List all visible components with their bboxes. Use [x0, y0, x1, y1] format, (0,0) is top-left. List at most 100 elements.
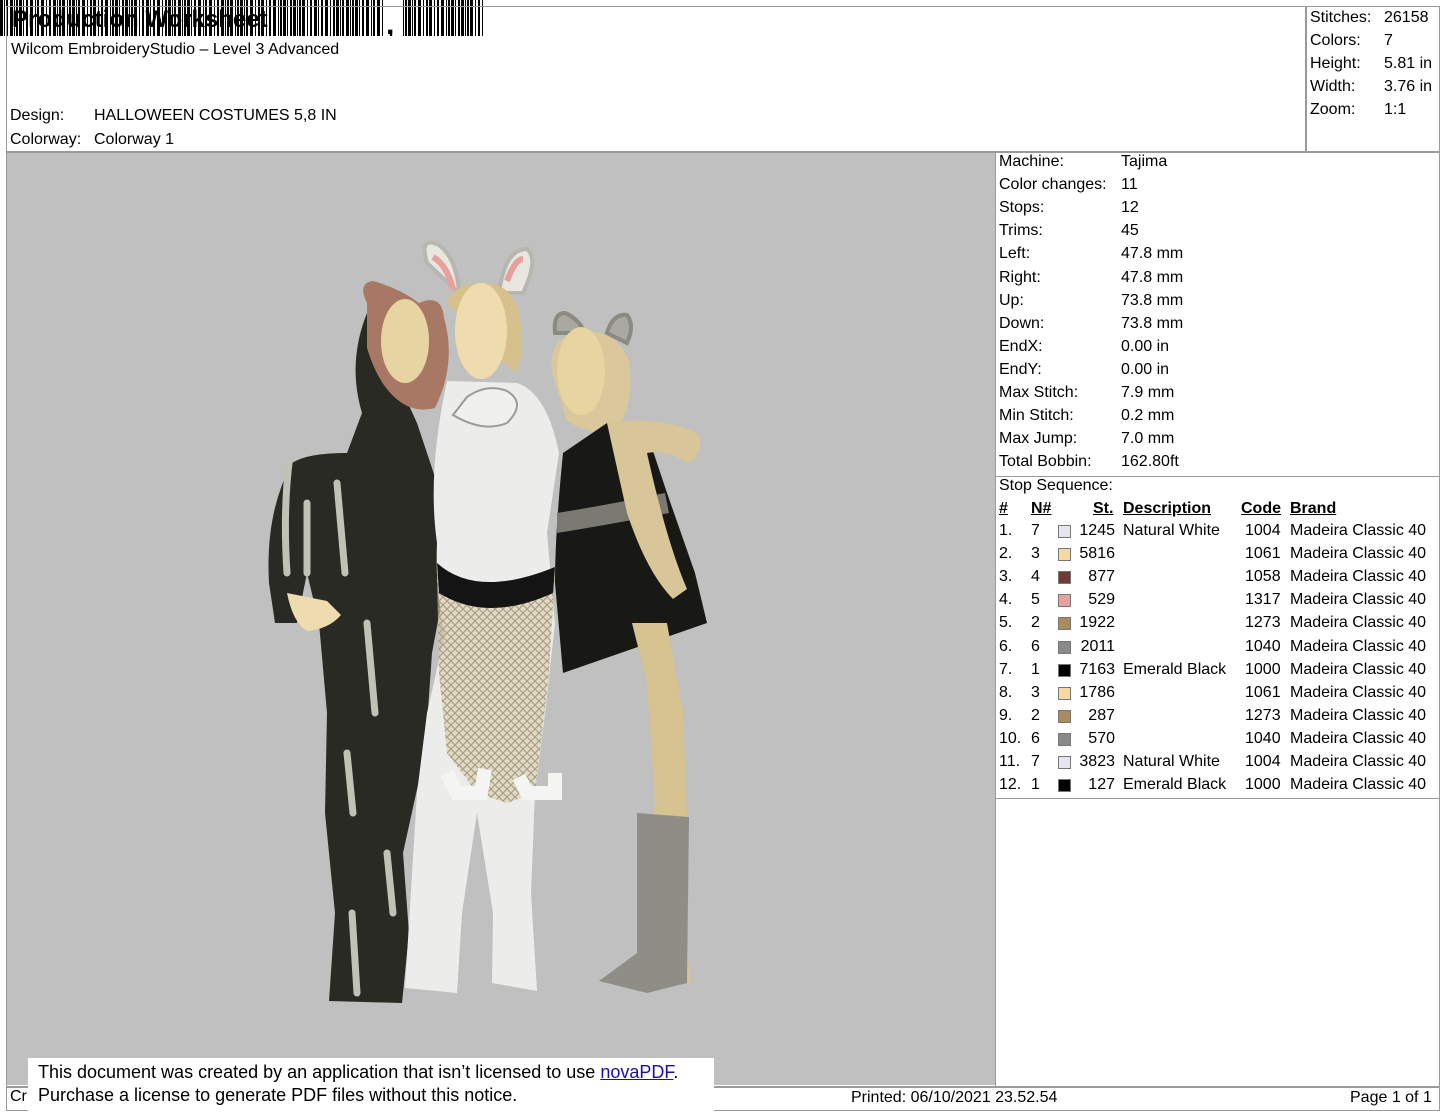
table-row: 2. 3 1061 Madeira Classic 40 5816 [999, 545, 1439, 568]
row-stitches: 570 [1088, 729, 1115, 747]
stat-width: Width: 3.76 in [1310, 78, 1432, 96]
row-code: 1004 [1245, 522, 1281, 539]
row-description: Natural White [1123, 522, 1220, 539]
row-description: Natural White [1123, 753, 1220, 770]
row-code: 1058 [1245, 568, 1281, 586]
row-needle: 1 [1031, 776, 1040, 794]
machine-row: Total Bobbin: 162.80ft [999, 453, 1179, 471]
row-stitches: 1922 [1079, 614, 1115, 632]
notice-text: This document was created by an applicat… [38, 1062, 601, 1082]
color-swatch [1058, 686, 1071, 700]
row-needle: 1 [1031, 660, 1040, 678]
machine-label: Trims: [999, 222, 1043, 240]
col-header-num: # [999, 500, 1008, 517]
table-row: 8. 3 1061 Madeira Classic 40 1786 [999, 684, 1439, 707]
machine-row: Right: 47.8 mm [999, 269, 1183, 287]
machine-row: Max Stitch: 7.9 mm [999, 384, 1174, 402]
design-preview [7, 153, 995, 1085]
machine-row: Left: 47.8 mm [999, 245, 1183, 263]
machine-value: 45 [1121, 222, 1139, 240]
row-number: 10. [999, 729, 1022, 747]
machine-label: Down: [999, 314, 1045, 332]
stat-label: Stitches: [1310, 9, 1372, 26]
row-stitches: 287 [1088, 706, 1115, 724]
row-number: 5. [999, 614, 1013, 632]
machine-value: 162.80ft [1121, 453, 1179, 471]
machine-value: 7.9 mm [1121, 384, 1175, 401]
machine-row: Trims: 45 [999, 222, 1139, 240]
row-brand: Madeira Classic 40 [1290, 637, 1427, 655]
machine-row: EndY: 0.00 in [999, 361, 1169, 379]
col-header-description: Description [1123, 500, 1212, 517]
table-row: 3. 4 1058 Madeira Classic 40 877 [999, 568, 1439, 591]
machine-row: Max Jump: 7.0 mm [999, 430, 1174, 448]
color-swatch [1058, 756, 1071, 769]
machine-label: EndX: [999, 337, 1043, 355]
row-stitches: 877 [1088, 568, 1115, 586]
row-code: 1040 [1245, 637, 1281, 655]
color-swatch [1058, 663, 1071, 677]
machine-value: 47.8 mm [1121, 268, 1184, 286]
table-row: 7. 1 Emerald Black 1000 Madeira Classic 40 71… [999, 661, 1439, 684]
license-notice: This document was created by an applicat… [28, 1058, 714, 1116]
table-row: 12. 1 Emerald Black 1000 Madeira Classic 40 1… [999, 776, 1439, 799]
row-number: 7. [999, 660, 1013, 678]
row-needle: 2 [1031, 614, 1040, 632]
table-row: 1. 7 Natural White 1004 Madeira Classic 40 12… [999, 522, 1439, 545]
machine-value: Tajima [1121, 153, 1168, 170]
colorway-value: Colorway 1 [94, 131, 175, 148]
row-needle: 5 [1031, 591, 1040, 609]
row-number: 2. [999, 545, 1013, 563]
row-code: 1061 [1245, 683, 1281, 701]
novapdf-link[interactable]: novaPDF [600, 1062, 673, 1082]
footer-left-fragment: Cr [10, 1088, 27, 1105]
table-row: 11. 7 Natural White 1004 Madeira Classic 40 3… [999, 753, 1439, 776]
row-needle: 3 [1031, 545, 1040, 563]
page-number: Page 1 of 1 [1350, 1089, 1432, 1106]
row-brand: Madeira Classic 40 [1290, 614, 1427, 632]
color-swatch [1058, 779, 1071, 793]
row-number: 9. [999, 706, 1013, 724]
machine-label: Up: [999, 291, 1024, 309]
printed-date: Printed: 06/10/2021 23.52.54 [851, 1089, 1058, 1106]
machine-value: 73.8 mm [1121, 314, 1184, 332]
col-header-stitches: St. [1093, 500, 1114, 517]
row-needle: 6 [1031, 729, 1040, 747]
app-name: Wilcom EmbroideryStudio – Level 3 Advanc… [11, 41, 340, 58]
row-needle: 4 [1031, 568, 1040, 586]
row-number: 1. [999, 522, 1013, 539]
row-stitches: 3823 [1079, 753, 1115, 770]
color-swatch [1058, 571, 1071, 585]
machine-row: Up: 73.8 mm [999, 292, 1183, 310]
stat-label: Colors: [1310, 32, 1361, 49]
notice-line-1: This document was created by an applicat… [38, 1061, 714, 1084]
machine-value: 0.00 in [1121, 360, 1170, 378]
table-row: 6. 6 1040 Madeira Classic 40 2011 [999, 638, 1439, 661]
table-row: 9. 2 1273 Madeira Classic 40 287 [999, 707, 1439, 730]
machine-row: Stops: 12 [999, 199, 1139, 217]
row-needle: 7 [1031, 753, 1040, 770]
row-needle: 3 [1031, 683, 1040, 701]
table-row: 4. 5 1317 Madeira Classic 40 529 [999, 591, 1439, 614]
row-stitches: 529 [1088, 591, 1115, 609]
col-header-brand: Brand [1290, 500, 1337, 517]
row-code: 1061 [1245, 545, 1281, 563]
row-code: 1273 [1245, 706, 1281, 724]
table-row: 5. 2 1273 Madeira Classic 40 1922 [999, 614, 1439, 637]
machine-label: Machine: [999, 153, 1064, 170]
row-description: Emerald Black [1123, 776, 1227, 794]
row-number: 8. [999, 683, 1013, 701]
table-row: 10. 6 1040 Madeira Classic 40 570 [999, 730, 1439, 753]
machine-value: 7.0 mm [1121, 430, 1175, 448]
stat-value: 3.76 in [1384, 78, 1433, 95]
row-number: 12. [999, 776, 1022, 794]
machine-label: Left: [999, 245, 1031, 263]
design-value: HALLOWEEN COSTUMES 5,8 IN [94, 107, 337, 124]
stat-label: Height: [1310, 55, 1361, 72]
row-number: 4. [999, 591, 1013, 609]
machine-label: Right: [999, 268, 1041, 286]
machine-value: 0.00 in [1121, 337, 1170, 355]
color-swatch [1058, 640, 1071, 654]
row-needle: 7 [1031, 522, 1040, 539]
row-brand: Madeira Classic 40 [1290, 568, 1427, 586]
